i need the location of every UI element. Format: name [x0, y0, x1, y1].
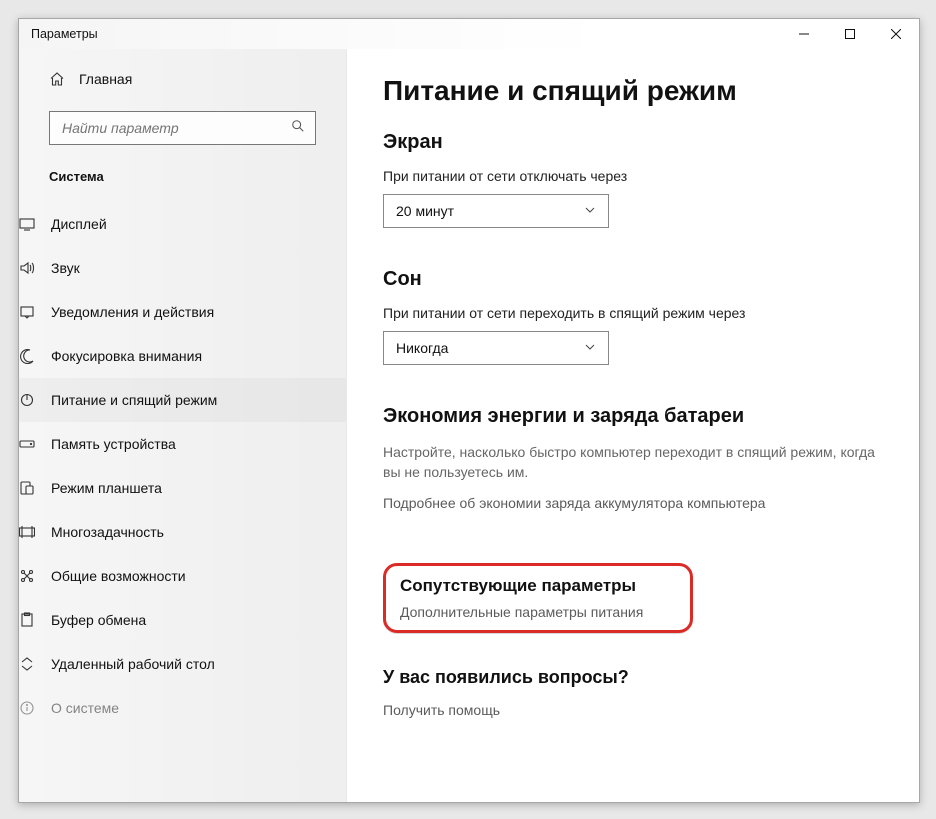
sidebar-item-shared[interactable]: Общие возможности [19, 554, 347, 598]
sidebar-item-storage[interactable]: Память устройства [19, 422, 347, 466]
related-heading: Сопутствующие параметры [400, 576, 676, 596]
sidebar-item-label: Фокусировка внимания [51, 348, 202, 364]
sidebar-item-label: Уведомления и действия [51, 304, 214, 320]
search-input[interactable] [60, 119, 291, 137]
page-title: Питание и спящий режим [383, 75, 883, 107]
battery-desc: Настройте, насколько быстро компьютер пе… [383, 442, 883, 483]
sidebar-item-notifications[interactable]: Уведомления и действия [19, 290, 347, 334]
chevron-down-icon [584, 203, 596, 219]
clipboard-icon [19, 612, 35, 628]
battery-section: Экономия энергии и заряда батареи Настро… [383, 405, 883, 511]
sleep-heading: Сон [383, 268, 883, 291]
sidebar-item-sound[interactable]: Звук [19, 246, 347, 290]
battery-heading: Экономия энергии и заряда батареи [383, 405, 883, 428]
screen-select[interactable]: 20 минут [383, 194, 609, 228]
sidebar-item-label: Общие возможности [51, 568, 186, 584]
sidebar-item-label: Режим планшета [51, 480, 162, 496]
home-icon [49, 71, 65, 87]
related-link[interactable]: Дополнительные параметры питания [400, 604, 676, 620]
chevron-down-icon [584, 340, 596, 356]
minimize-button[interactable] [781, 19, 827, 49]
screen-section: Экран При питании от сети отключать чере… [383, 131, 883, 228]
sidebar-item-label: Удаленный рабочий стол [51, 656, 215, 672]
about-icon [19, 700, 35, 716]
sidebar-item-label: Дисплей [51, 216, 107, 232]
help-heading: У вас появились вопросы? [383, 667, 883, 688]
tablet-icon [19, 480, 35, 496]
remote-icon [19, 656, 35, 672]
search-input-wrap[interactable] [49, 111, 316, 145]
sidebar-item-label: Память устройства [51, 436, 176, 452]
screen-label: При питании от сети отключать через [383, 168, 883, 184]
maximize-button[interactable] [827, 19, 873, 49]
nav-list: Дисплей Звук Уведомления и действия Фоку… [19, 202, 347, 730]
display-icon [19, 216, 35, 232]
sidebar-item-power[interactable]: Питание и спящий режим [19, 378, 347, 422]
shared-icon [19, 568, 35, 584]
sleep-select-value: Никогда [396, 340, 448, 356]
sidebar-item-focus[interactable]: Фокусировка внимания [19, 334, 347, 378]
screen-heading: Экран [383, 131, 883, 154]
sidebar-item-label: Буфер обмена [51, 612, 146, 628]
sound-icon [19, 260, 35, 276]
help-section: У вас появились вопросы? Получить помощь [383, 667, 883, 718]
content: Питание и спящий режим Экран При питании… [347, 49, 919, 802]
sleep-label: При питании от сети переходить в спящий … [383, 305, 883, 321]
focus-icon [19, 348, 35, 364]
related-callout: Сопутствующие параметры Дополнительные п… [383, 563, 693, 633]
sidebar-section: Система [49, 169, 316, 184]
sidebar-item-label: Многозадачность [51, 524, 164, 540]
sidebar-item-about[interactable]: О системе [19, 686, 347, 730]
sidebar-item-tablet[interactable]: Режим планшета [19, 466, 347, 510]
sidebar-item-clipboard[interactable]: Буфер обмена [19, 598, 347, 642]
home-link[interactable]: Главная [49, 67, 316, 91]
storage-icon [19, 436, 35, 452]
sidebar-item-label: О системе [51, 700, 119, 716]
sidebar-item-display[interactable]: Дисплей [19, 202, 347, 246]
search-icon [291, 119, 305, 138]
window-title: Параметры [31, 27, 98, 41]
sidebar-item-multitask[interactable]: Многозадачность [19, 510, 347, 554]
power-icon [19, 392, 35, 408]
help-link[interactable]: Получить помощь [383, 702, 883, 718]
notification-icon [19, 304, 35, 320]
sleep-section: Сон При питании от сети переходить в спя… [383, 268, 883, 365]
sidebar-item-remote[interactable]: Удаленный рабочий стол [19, 642, 347, 686]
sidebar-item-label: Питание и спящий режим [51, 392, 217, 408]
screen-select-value: 20 минут [396, 203, 454, 219]
battery-link[interactable]: Подробнее об экономии заряда аккумулятор… [383, 495, 883, 511]
titlebar: Параметры [19, 19, 919, 49]
close-button[interactable] [873, 19, 919, 49]
sleep-select[interactable]: Никогда [383, 331, 609, 365]
home-label: Главная [79, 71, 132, 87]
sidebar-item-label: Звук [51, 260, 80, 276]
settings-window: Параметры Главная [18, 18, 920, 803]
multitask-icon [19, 524, 35, 540]
sidebar: Главная Система Дисплей Звук [19, 49, 347, 802]
